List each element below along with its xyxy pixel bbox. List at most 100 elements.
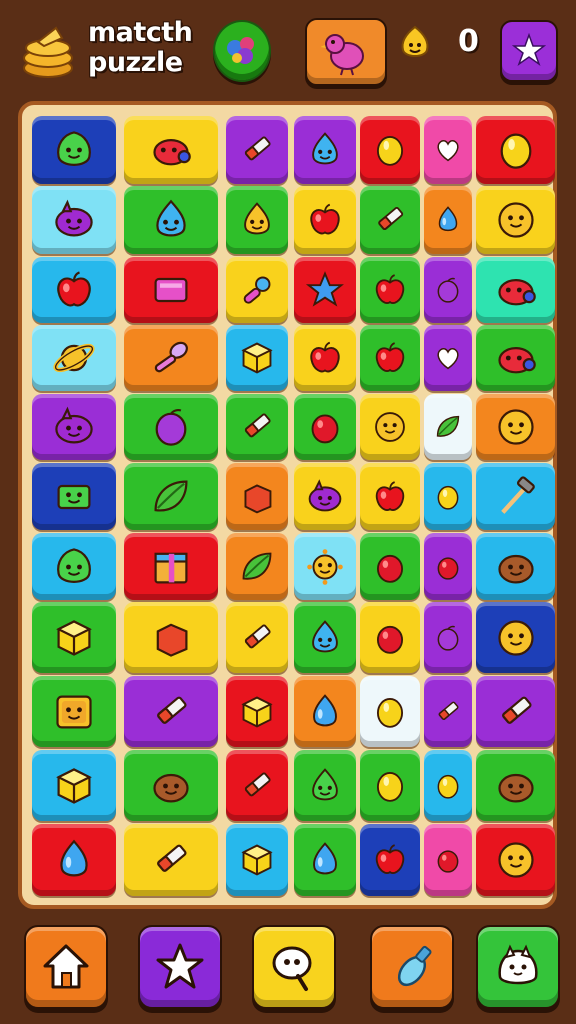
tile-cube[interactable] bbox=[32, 750, 116, 821]
tile-red-box[interactable] bbox=[124, 602, 218, 673]
tile-heart[interactable] bbox=[424, 325, 472, 391]
red-berry-icon bbox=[311, 414, 339, 444]
tile-red-berry[interactable] bbox=[360, 533, 420, 600]
search-button[interactable] bbox=[252, 925, 336, 1009]
tile-smiley[interactable] bbox=[476, 394, 555, 460]
red-berry-icon bbox=[437, 556, 459, 580]
tile-red-creature[interactable] bbox=[476, 257, 555, 323]
plum-icon bbox=[437, 625, 459, 651]
star-button[interactable] bbox=[500, 20, 558, 82]
tile-smiley[interactable] bbox=[360, 394, 420, 460]
home-button[interactable] bbox=[24, 925, 108, 1009]
crayon-icon bbox=[157, 844, 187, 872]
tile-heart[interactable] bbox=[424, 116, 472, 184]
tile-yellow-drop-face[interactable] bbox=[226, 186, 288, 254]
tile-smiley[interactable] bbox=[476, 186, 555, 254]
tile-star[interactable] bbox=[294, 257, 356, 323]
tile-lemon[interactable] bbox=[360, 750, 420, 821]
tile-crayon[interactable] bbox=[226, 394, 288, 460]
tile-apple[interactable] bbox=[360, 325, 420, 391]
tile-cube[interactable] bbox=[32, 602, 116, 673]
tile-red-creature[interactable] bbox=[124, 116, 218, 184]
tile-plum[interactable] bbox=[424, 602, 472, 673]
tile-crayon[interactable] bbox=[424, 676, 472, 747]
game-board bbox=[18, 101, 557, 909]
tile-green-box[interactable] bbox=[32, 463, 116, 530]
tile-red-berry[interactable] bbox=[294, 394, 356, 460]
tile-crayon[interactable] bbox=[226, 116, 288, 184]
tile-smiley[interactable] bbox=[476, 602, 555, 673]
tile-lemon[interactable] bbox=[424, 750, 472, 821]
tile-blue-drop[interactable] bbox=[32, 824, 116, 896]
tile-leaf[interactable] bbox=[226, 533, 288, 600]
tile-crayon[interactable] bbox=[124, 824, 218, 896]
tile-crayon[interactable] bbox=[360, 186, 420, 254]
tile-blue-drop-face[interactable] bbox=[294, 602, 356, 673]
tile-cube[interactable] bbox=[226, 676, 288, 747]
mascot-button[interactable] bbox=[476, 925, 560, 1009]
tile-plum[interactable] bbox=[124, 394, 218, 460]
tile-brown-creature[interactable] bbox=[476, 750, 555, 821]
tile-crayon[interactable] bbox=[226, 750, 288, 821]
red-berry-icon bbox=[437, 850, 459, 873]
tile-blue-drop[interactable] bbox=[294, 824, 356, 896]
tile-leaf[interactable] bbox=[424, 394, 472, 460]
tile-apple[interactable] bbox=[32, 257, 116, 323]
tile-plum[interactable] bbox=[424, 257, 472, 323]
tile-pacifier[interactable] bbox=[226, 257, 288, 323]
apple-icon bbox=[57, 271, 91, 307]
tile-apple[interactable] bbox=[360, 824, 420, 896]
title-line-1: matcth bbox=[88, 17, 193, 48]
tile-apple[interactable] bbox=[294, 325, 356, 391]
tool-button[interactable] bbox=[370, 925, 454, 1009]
tile-leaf[interactable] bbox=[124, 463, 218, 530]
tile-brown-creature[interactable] bbox=[124, 750, 218, 821]
tile-red-box[interactable] bbox=[226, 463, 288, 530]
tile-blue-drop-face[interactable] bbox=[294, 116, 356, 184]
tile-crayon[interactable] bbox=[226, 602, 288, 673]
tile-pink-box[interactable] bbox=[124, 257, 218, 323]
tile-crayon[interactable] bbox=[124, 676, 218, 747]
tile-brown-creature[interactable] bbox=[476, 533, 555, 600]
tile-planet[interactable] bbox=[32, 325, 116, 391]
tile-lemon[interactable] bbox=[424, 463, 472, 530]
tile-smiley[interactable] bbox=[476, 824, 555, 896]
tile-purple-creature[interactable] bbox=[32, 394, 116, 460]
tile-apple[interactable] bbox=[294, 186, 356, 254]
tile-red-berry[interactable] bbox=[424, 824, 472, 896]
tile-blue-drop-face[interactable] bbox=[124, 186, 218, 254]
tile-lemon[interactable] bbox=[476, 116, 555, 184]
berry-bush-button[interactable] bbox=[213, 20, 271, 82]
tile-sun[interactable] bbox=[294, 533, 356, 600]
tile-purple-creature[interactable] bbox=[294, 463, 356, 530]
smiley-icon bbox=[497, 619, 534, 656]
tile-blue-drop[interactable] bbox=[294, 676, 356, 747]
favorites-button[interactable] bbox=[138, 925, 222, 1009]
tile-cube[interactable] bbox=[226, 325, 288, 391]
tile-red-creature[interactable] bbox=[476, 325, 555, 391]
bird-button[interactable] bbox=[305, 18, 387, 86]
tile-blob-face[interactable] bbox=[32, 533, 116, 600]
tile-green-drop-face[interactable] bbox=[294, 750, 356, 821]
apple-icon bbox=[375, 274, 405, 304]
tile-cube[interactable] bbox=[226, 824, 288, 896]
blue-drop-face-icon bbox=[312, 132, 338, 165]
tile-hammer[interactable] bbox=[476, 463, 555, 530]
tile-gift-box[interactable] bbox=[124, 533, 218, 600]
tile-lemon[interactable] bbox=[360, 676, 420, 747]
star-icon bbox=[156, 943, 204, 989]
tile-blob-face[interactable] bbox=[32, 116, 116, 184]
smiley-icon bbox=[497, 409, 534, 445]
tile-apple[interactable] bbox=[360, 257, 420, 323]
tile-red-berry[interactable] bbox=[360, 602, 420, 673]
tile-spoon[interactable] bbox=[124, 325, 218, 391]
tile-red-berry[interactable] bbox=[424, 533, 472, 600]
tile-lemon[interactable] bbox=[360, 116, 420, 184]
tile-purple-creature[interactable] bbox=[32, 186, 116, 254]
tile-box-face[interactable] bbox=[32, 676, 116, 747]
top-bar: matcth puzzle 0 bbox=[0, 0, 576, 100]
tile-apple[interactable] bbox=[360, 463, 420, 530]
tile-crayon[interactable] bbox=[476, 676, 555, 747]
crayon-icon bbox=[157, 696, 187, 724]
tile-blue-drop[interactable] bbox=[424, 186, 472, 254]
